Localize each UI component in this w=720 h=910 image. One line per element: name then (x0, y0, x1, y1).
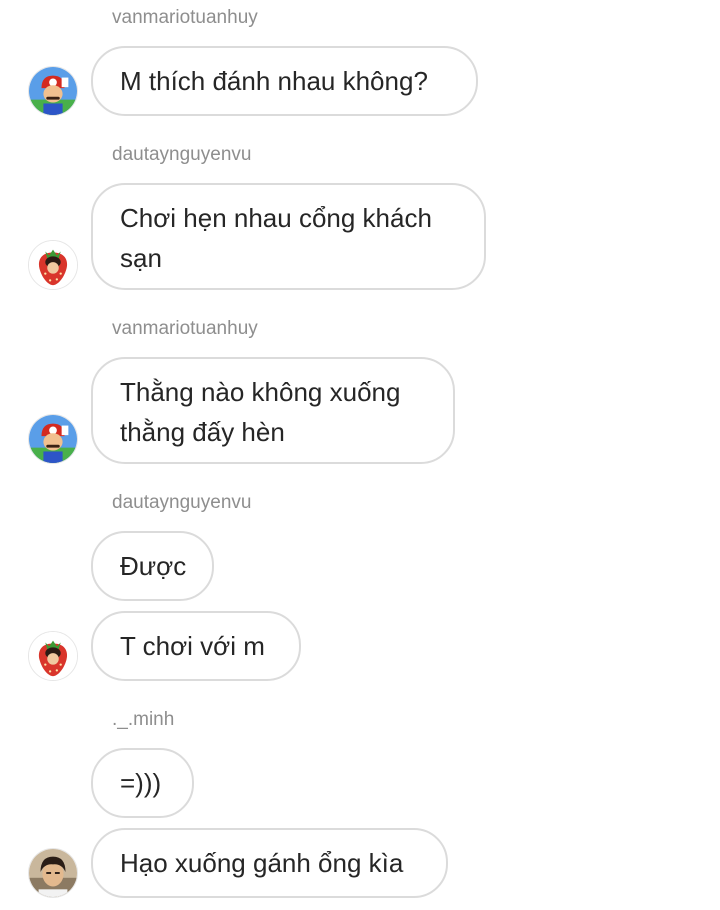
message-text-line: sạn (120, 243, 162, 273)
message-bubble[interactable]: M thích đánh nhau không? (91, 46, 478, 116)
message-bubble[interactable]: =))) (91, 748, 194, 818)
message-text: Được (120, 551, 187, 581)
message-text: M thích đánh nhau không? (120, 66, 428, 96)
message-text: T chơi với m (120, 631, 265, 661)
message-text-line: Chơi hẹn nhau cổng khách (120, 203, 432, 233)
message-bubble[interactable]: Chơi hẹn nhau cổng khách sạn (91, 183, 486, 290)
person-photo-avatar-icon[interactable] (28, 848, 78, 898)
strawberry-avatar-icon[interactable] (28, 631, 78, 681)
message-text-line: Thằng nào không xuống (120, 377, 401, 407)
sender-username[interactable]: vanmariotuanhuy (112, 318, 258, 340)
sender-username[interactable]: vanmariotuanhuy (112, 7, 258, 29)
message-bubble[interactable]: Hạo xuống gánh ổng kìa (91, 828, 448, 898)
message-text: Hạo xuống gánh ổng kìa (120, 848, 404, 878)
message-bubble[interactable]: Thằng nào không xuống thằng đấy hèn (91, 357, 455, 464)
message-bubble[interactable]: T chơi với m (91, 611, 301, 681)
sender-username[interactable]: dautaynguyenvu (112, 492, 251, 514)
sender-username[interactable]: dautaynguyenvu (112, 144, 251, 166)
strawberry-avatar-icon[interactable] (28, 240, 78, 290)
mario-avatar-icon[interactable] (28, 66, 78, 116)
mario-avatar-icon[interactable] (28, 414, 78, 464)
sender-username[interactable]: ._.minh (112, 709, 174, 731)
message-bubble[interactable]: Được (91, 531, 214, 601)
message-text: =))) (120, 768, 162, 798)
message-text-line: thằng đấy hèn (120, 417, 285, 447)
